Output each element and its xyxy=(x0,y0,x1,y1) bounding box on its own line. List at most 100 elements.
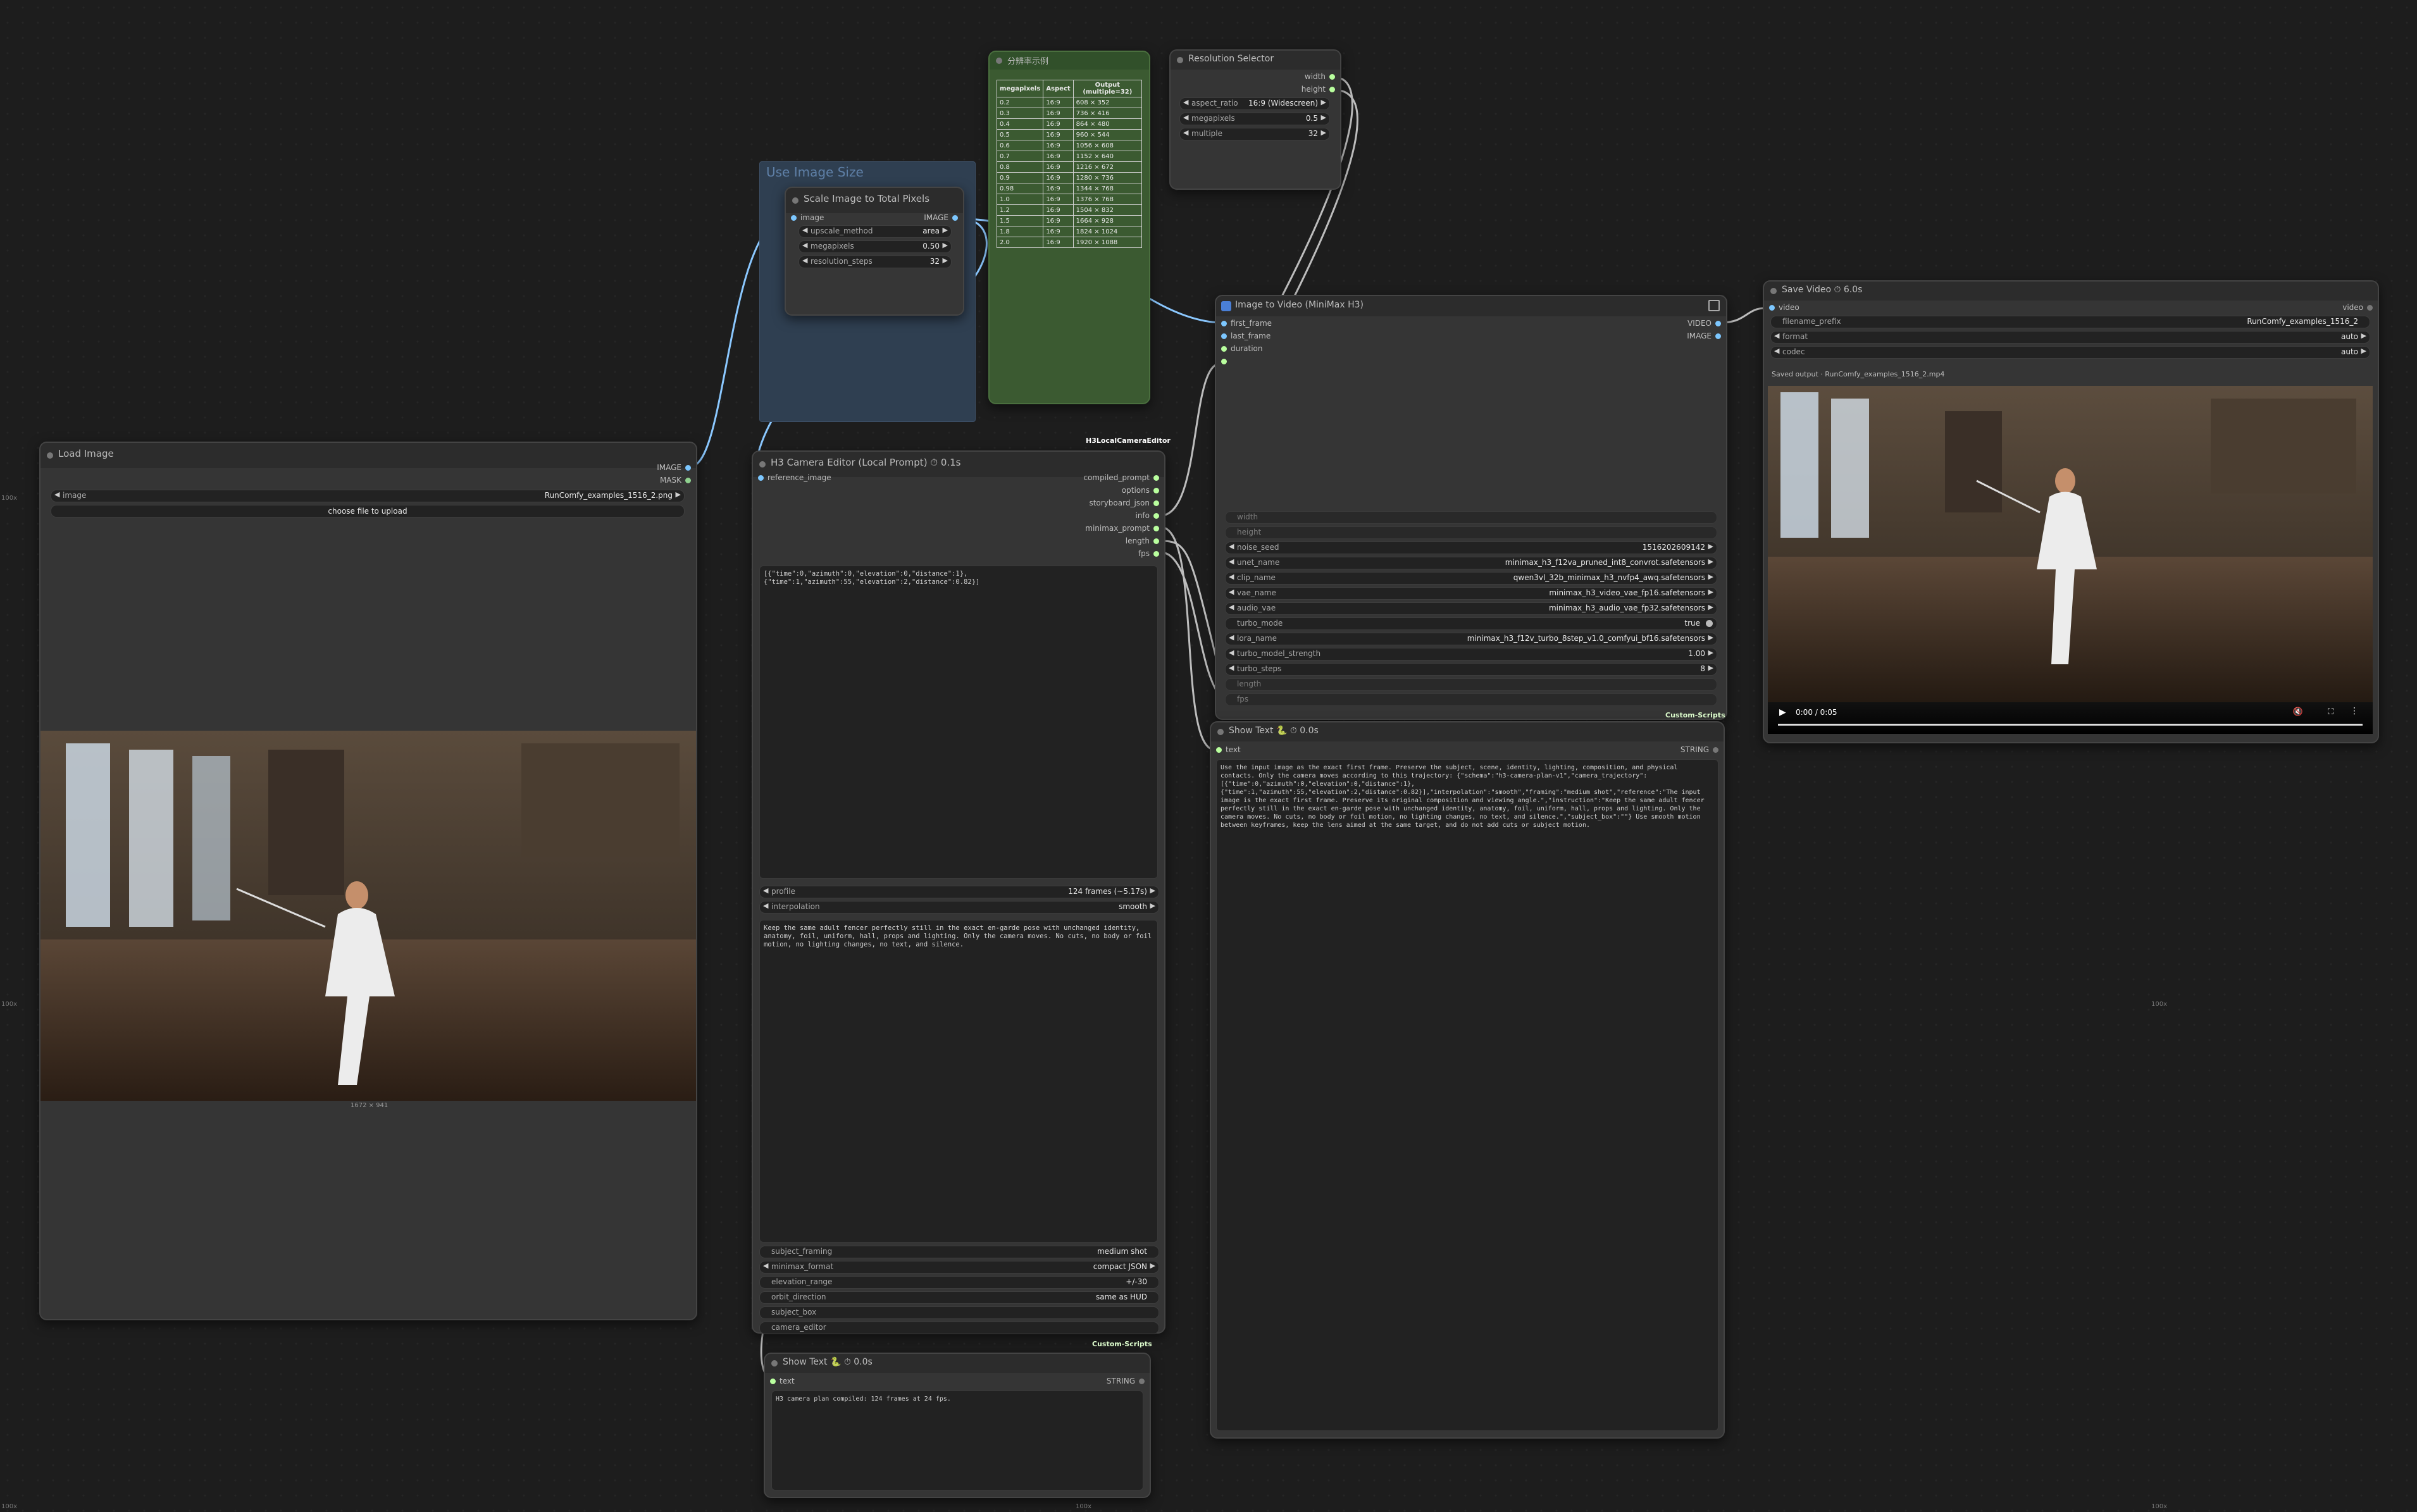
collapse-dot-icon[interactable] xyxy=(792,197,798,204)
multiple-widget[interactable]: ◀ multiple 32 ▶ xyxy=(1179,128,1330,140)
node-show-text-small[interactable]: Show Text 🐍 ⏱ 0.0s text STRING H3 camera… xyxy=(764,1353,1151,1498)
fps-widget[interactable]: fps xyxy=(1225,693,1717,706)
node-resolution-table[interactable]: 分辨率示例 megapixels Aspect Output (multiple… xyxy=(988,51,1150,404)
input-video-slot[interactable]: video xyxy=(1765,303,1799,312)
filename-prefix-widget[interactable]: filename_prefix RunComfy_examples_1516_2 xyxy=(1770,316,2370,328)
codec-widget[interactable]: ◀ codec auto ▶ xyxy=(1770,346,2370,359)
output-dot-icon[interactable] xyxy=(1153,488,1159,493)
input-text-slot[interactable]: text xyxy=(766,1377,795,1385)
input-dot-icon[interactable] xyxy=(1221,359,1227,364)
output-video-slot[interactable]: video xyxy=(2342,303,2377,312)
turbo-steps-widget[interactable]: ◀ turbo_steps 8 ▶ xyxy=(1225,663,1717,676)
collapse-dot-icon[interactable] xyxy=(771,1360,778,1366)
clip-name-widget[interactable]: ◀ clip_name qwen3vl_32b_minimax_h3_nvfp4_a… xyxy=(1225,572,1717,585)
node-header[interactable]: Save Video ⏱ 6.0s xyxy=(1764,282,2378,301)
video-player[interactable]: ▶ 0:00 / 0:05 🔇 ⛶ ⋮ xyxy=(1768,386,2373,734)
output-dot-icon[interactable] xyxy=(1715,333,1721,339)
instruction-textarea[interactable]: Keep the same adult fencer perfectly sti… xyxy=(759,920,1158,1242)
toggle-on-icon[interactable] xyxy=(1706,620,1713,627)
more-options-icon[interactable]: ⋮ xyxy=(2350,706,2359,716)
height-widget[interactable]: height xyxy=(1225,526,1717,539)
input-dot-icon[interactable] xyxy=(1769,305,1775,311)
output-string-slot[interactable]: STRING xyxy=(1107,1377,1148,1385)
input-extra[interactable] xyxy=(1217,357,1231,366)
input-dot-icon[interactable] xyxy=(1221,333,1227,339)
node-load-image[interactable]: Load Image IMAGE MASK ◀ image RunComfy_exa… xyxy=(39,442,697,1320)
output-dot-icon[interactable] xyxy=(952,215,958,221)
output-dot-icon[interactable] xyxy=(1153,551,1159,557)
vae-name-widget[interactable]: ◀ vae_name minimax_h3_video_vae_fp16.safet… xyxy=(1225,587,1717,600)
input-text-slot[interactable]: text xyxy=(1212,745,1241,754)
output-dot-icon[interactable] xyxy=(1139,1379,1145,1384)
output-dot-icon[interactable] xyxy=(1713,747,1718,753)
node-save-video[interactable]: Save Video ⏱ 6.0s video video filename_p… xyxy=(1763,280,2379,743)
node-header[interactable]: Show Text 🐍 ⏱ 0.0s xyxy=(765,1354,1150,1373)
mute-icon[interactable]: 🔇 xyxy=(2293,707,2303,717)
turbo-model-strength-widget[interactable]: ◀ turbo_model_strength 1.00 ▶ xyxy=(1225,648,1717,660)
output-info[interactable]: info xyxy=(1135,511,1163,520)
subject-framing-widget[interactable]: subject_framing medium shot xyxy=(759,1246,1159,1258)
output-dot-icon[interactable] xyxy=(1329,87,1335,92)
output-text-area[interactable]: Use the input image as the exact first f… xyxy=(1216,759,1718,1431)
input-dot-icon[interactable] xyxy=(791,215,797,221)
output-dot-icon[interactable] xyxy=(2367,305,2373,311)
format-widget[interactable]: ◀ format auto ▶ xyxy=(1770,331,2370,344)
upscale-method-widget[interactable]: ◀ upscale_method area ▶ xyxy=(798,225,952,238)
video-controls[interactable]: ▶ 0:00 / 0:05 🔇 ⛶ ⋮ xyxy=(1768,702,2373,734)
output-mask-slot[interactable]: MASK xyxy=(660,476,695,485)
node-header[interactable]: 分辨率示例 xyxy=(990,52,1149,70)
output-dot-icon[interactable] xyxy=(685,465,691,471)
elevation-range-widget[interactable]: elevation_range +/-30 xyxy=(759,1276,1159,1289)
output-length[interactable]: length xyxy=(1126,536,1163,545)
output-image-slot[interactable]: IMAGE xyxy=(1687,332,1725,340)
node-header[interactable]: Show Text 🐍 ⏱ 0.0s xyxy=(1211,722,1724,741)
collapse-dot-icon[interactable] xyxy=(996,58,1002,64)
output-width-slot[interactable]: width xyxy=(1305,72,1339,81)
input-dot-icon[interactable] xyxy=(770,1379,776,1384)
output-text-area[interactable]: H3 camera plan compiled: 124 frames at 2… xyxy=(771,1391,1143,1490)
keyframes-textarea[interactable]: [{"time":0,"azimuth":0,"elevation":0,"di… xyxy=(759,566,1158,879)
output-storyboard-json[interactable]: storyboard_json xyxy=(1089,499,1163,507)
output-image-slot[interactable]: IMAGE xyxy=(657,463,695,472)
resolution-steps-widget[interactable]: ◀ resolution_steps 32 ▶ xyxy=(798,256,952,268)
input-reference-slot[interactable]: reference_image xyxy=(754,473,831,482)
node-header[interactable]: Load Image xyxy=(40,443,696,468)
output-dot-icon[interactable] xyxy=(1153,500,1159,506)
fullscreen-icon[interactable]: ⛶ xyxy=(2328,707,2333,717)
output-image-slot[interactable]: IMAGE xyxy=(924,213,962,222)
collapse-dot-icon[interactable] xyxy=(47,452,53,459)
collapse-dot-icon[interactable] xyxy=(1770,288,1777,294)
megapixels-widget[interactable]: ◀ megapixels 0.5 ▶ xyxy=(1179,113,1330,125)
input-duration[interactable]: duration xyxy=(1217,344,1263,353)
camera-editor-widget[interactable]: camera_editor xyxy=(759,1322,1159,1334)
lora-name-widget[interactable]: ◀ lora_name minimax_h3_f12v_turbo_8step_v1… xyxy=(1225,633,1717,645)
expand-icon[interactable] xyxy=(1708,300,1720,311)
input-dot-icon[interactable] xyxy=(1221,346,1227,352)
upload-button[interactable]: choose file to upload xyxy=(51,505,685,517)
output-dot-icon[interactable] xyxy=(685,478,691,483)
orbit-direction-widget[interactable]: orbit_direction same as HUD xyxy=(759,1291,1159,1304)
output-dot-icon[interactable] xyxy=(1153,513,1159,519)
input-last-frame[interactable]: last_frame xyxy=(1217,332,1271,340)
output-dot-icon[interactable] xyxy=(1153,538,1159,544)
unet-name-widget[interactable]: ◀ unet_name minimax_h3_f12va_pruned_int8_c… xyxy=(1225,557,1717,569)
output-dot-icon[interactable] xyxy=(1153,526,1159,531)
video-progress-bar[interactable] xyxy=(1778,724,2363,726)
play-icon[interactable]: ▶ xyxy=(1779,707,1786,717)
width-widget[interactable]: width xyxy=(1225,511,1717,524)
collapse-dot-icon[interactable] xyxy=(1217,729,1224,735)
length-widget[interactable]: length xyxy=(1225,678,1717,691)
node-header[interactable]: Image to Video (MiniMax H3) xyxy=(1216,296,1726,316)
node-image-to-video[interactable]: Image to Video (MiniMax H3) first_frame … xyxy=(1215,295,1727,720)
output-string-slot[interactable]: STRING xyxy=(1681,745,1722,754)
node-show-text-large[interactable]: Show Text 🐍 ⏱ 0.0s text STRING Use the i… xyxy=(1210,721,1725,1439)
output-dot-icon[interactable] xyxy=(1153,475,1159,481)
turbo-mode-toggle[interactable]: turbo_mode true xyxy=(1225,617,1717,630)
output-dot-icon[interactable] xyxy=(1329,74,1335,80)
output-height-slot[interactable]: height xyxy=(1302,85,1339,94)
input-image-slot[interactable]: image xyxy=(787,213,824,222)
input-dot-icon[interactable] xyxy=(1216,747,1222,753)
interpolation-widget[interactable]: ◀ interpolation smooth ▶ xyxy=(759,901,1159,914)
input-first-frame[interactable]: first_frame xyxy=(1217,319,1272,328)
collapse-dot-icon[interactable] xyxy=(759,461,766,468)
